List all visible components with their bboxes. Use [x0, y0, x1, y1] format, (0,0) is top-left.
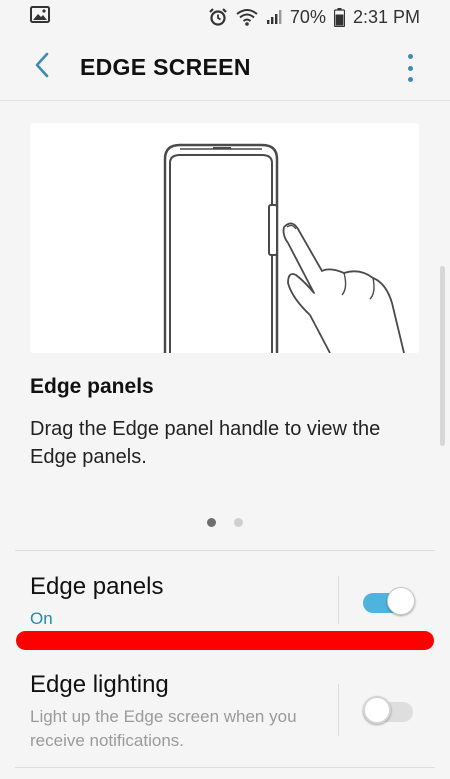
annotation-red-line	[16, 631, 434, 650]
row-divider	[338, 684, 339, 736]
wifi-icon	[236, 8, 258, 26]
edge-lighting-description: Light up the Edge screen when you receiv…	[30, 707, 297, 750]
battery-icon	[333, 7, 345, 27]
alarm-icon	[208, 7, 228, 27]
edge-panels-title: Edge panels	[30, 573, 164, 600]
clock: 2:31 PM	[352, 6, 420, 27]
app-bar: EDGE SCREEN	[0, 34, 450, 100]
signal-icon	[266, 9, 282, 25]
scrollbar[interactable]	[440, 266, 445, 446]
back-arrow-icon	[34, 52, 50, 83]
card-title: Edge panels	[30, 375, 154, 398]
card-description: Drag the Edge panel handle to view the E…	[30, 418, 381, 468]
edge-lighting-title: Edge lighting	[30, 671, 169, 698]
section-divider	[15, 550, 435, 551]
more-options-icon	[407, 54, 413, 59]
page-title: EDGE SCREEN	[80, 54, 251, 80]
edge-panel-illustration	[30, 123, 419, 353]
more-options-button[interactable]	[404, 54, 416, 82]
status-indicators: 70% 2:31 PM	[208, 7, 420, 28]
gallery-icon	[30, 6, 50, 28]
row-divider	[338, 576, 339, 624]
battery-percent: 70%	[289, 6, 326, 27]
edge-panels-toggle[interactable]	[363, 587, 415, 615]
edge-lighting-toggle[interactable]	[363, 696, 415, 724]
back-button[interactable]	[28, 52, 56, 82]
page-dot-1[interactable]	[207, 518, 216, 527]
edge-panels-status: On	[30, 609, 53, 628]
page-dot-2[interactable]	[234, 518, 243, 527]
phone-hand-illustration	[163, 143, 405, 353]
status-bar: 70% 2:31 PM	[0, 0, 450, 34]
page-indicator	[0, 518, 450, 528]
header-divider	[0, 100, 450, 101]
bottom-divider	[15, 767, 435, 768]
